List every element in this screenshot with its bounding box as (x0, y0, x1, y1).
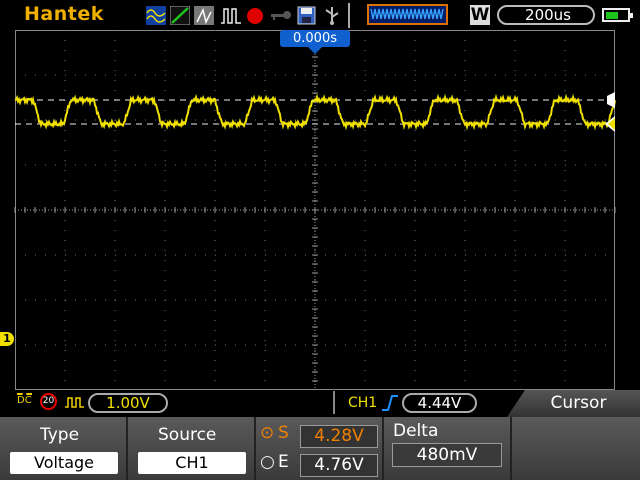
cursor-s-radio-icon: ⊙ (260, 423, 275, 443)
persistence-icon[interactable] (194, 6, 214, 25)
status-divider (333, 391, 335, 414)
battery-icon (602, 8, 633, 22)
source-softkey[interactable]: Source CH1 (128, 417, 256, 480)
cursor-e-radio-icon: ○ (260, 452, 275, 472)
delta-value: 480mV (392, 443, 502, 467)
cursor-e-value: 4.76V (300, 454, 378, 477)
empty-softkey[interactable] (512, 417, 640, 480)
brand-logo: Hantek (24, 3, 104, 25)
coupling-indicator: DC (17, 393, 32, 406)
delta-softkey: Delta 480mV (384, 417, 512, 480)
timebase-readout[interactable]: 200us (497, 5, 595, 25)
waveform-display[interactable] (0, 30, 640, 390)
usb-icon (325, 7, 339, 25)
record-icon[interactable] (245, 6, 265, 25)
type-softkey[interactable]: Type Voltage (0, 417, 128, 480)
cursor-s-label: S (278, 423, 289, 443)
trigger-position-readout: 0.000s (280, 30, 350, 47)
cursor-e-marker-icon (607, 92, 615, 108)
waveform-icon[interactable] (146, 6, 166, 25)
trigger-source: CH1 (348, 395, 378, 411)
key-icon (271, 11, 291, 20)
trigger-position-arrow (308, 47, 322, 54)
cursor-select-softkey[interactable]: ⊙ S 4.28V ○ E 4.76V (256, 417, 384, 480)
top-bar: Hantek W 200us (0, 0, 640, 30)
menu-title: Cursor (507, 390, 640, 417)
topbar-divider (348, 3, 350, 28)
memory-window-indicator (367, 4, 448, 25)
type-label: Type (40, 425, 80, 445)
bandwidth-limit-badge: 20 (40, 393, 57, 410)
delta-label: Delta (393, 421, 439, 441)
ch-waveform-icon (65, 397, 84, 408)
type-value: Voltage (10, 452, 118, 474)
trigger-level-readout[interactable]: 4.44V (402, 393, 477, 413)
mode-badge: W (470, 5, 490, 25)
pulse-icon[interactable] (220, 6, 242, 25)
cursor-s-value: 4.28V (300, 425, 378, 448)
save-icon[interactable] (297, 6, 316, 25)
source-label: Source (158, 425, 217, 445)
rising-edge-icon (382, 395, 398, 411)
source-value: CH1 (138, 452, 246, 474)
line-icon[interactable] (170, 6, 190, 25)
cursor-e-label: E (278, 452, 289, 472)
volts-per-div-readout[interactable]: 1.00V (88, 393, 168, 413)
ch1-ground-marker[interactable]: 1 (0, 332, 14, 346)
